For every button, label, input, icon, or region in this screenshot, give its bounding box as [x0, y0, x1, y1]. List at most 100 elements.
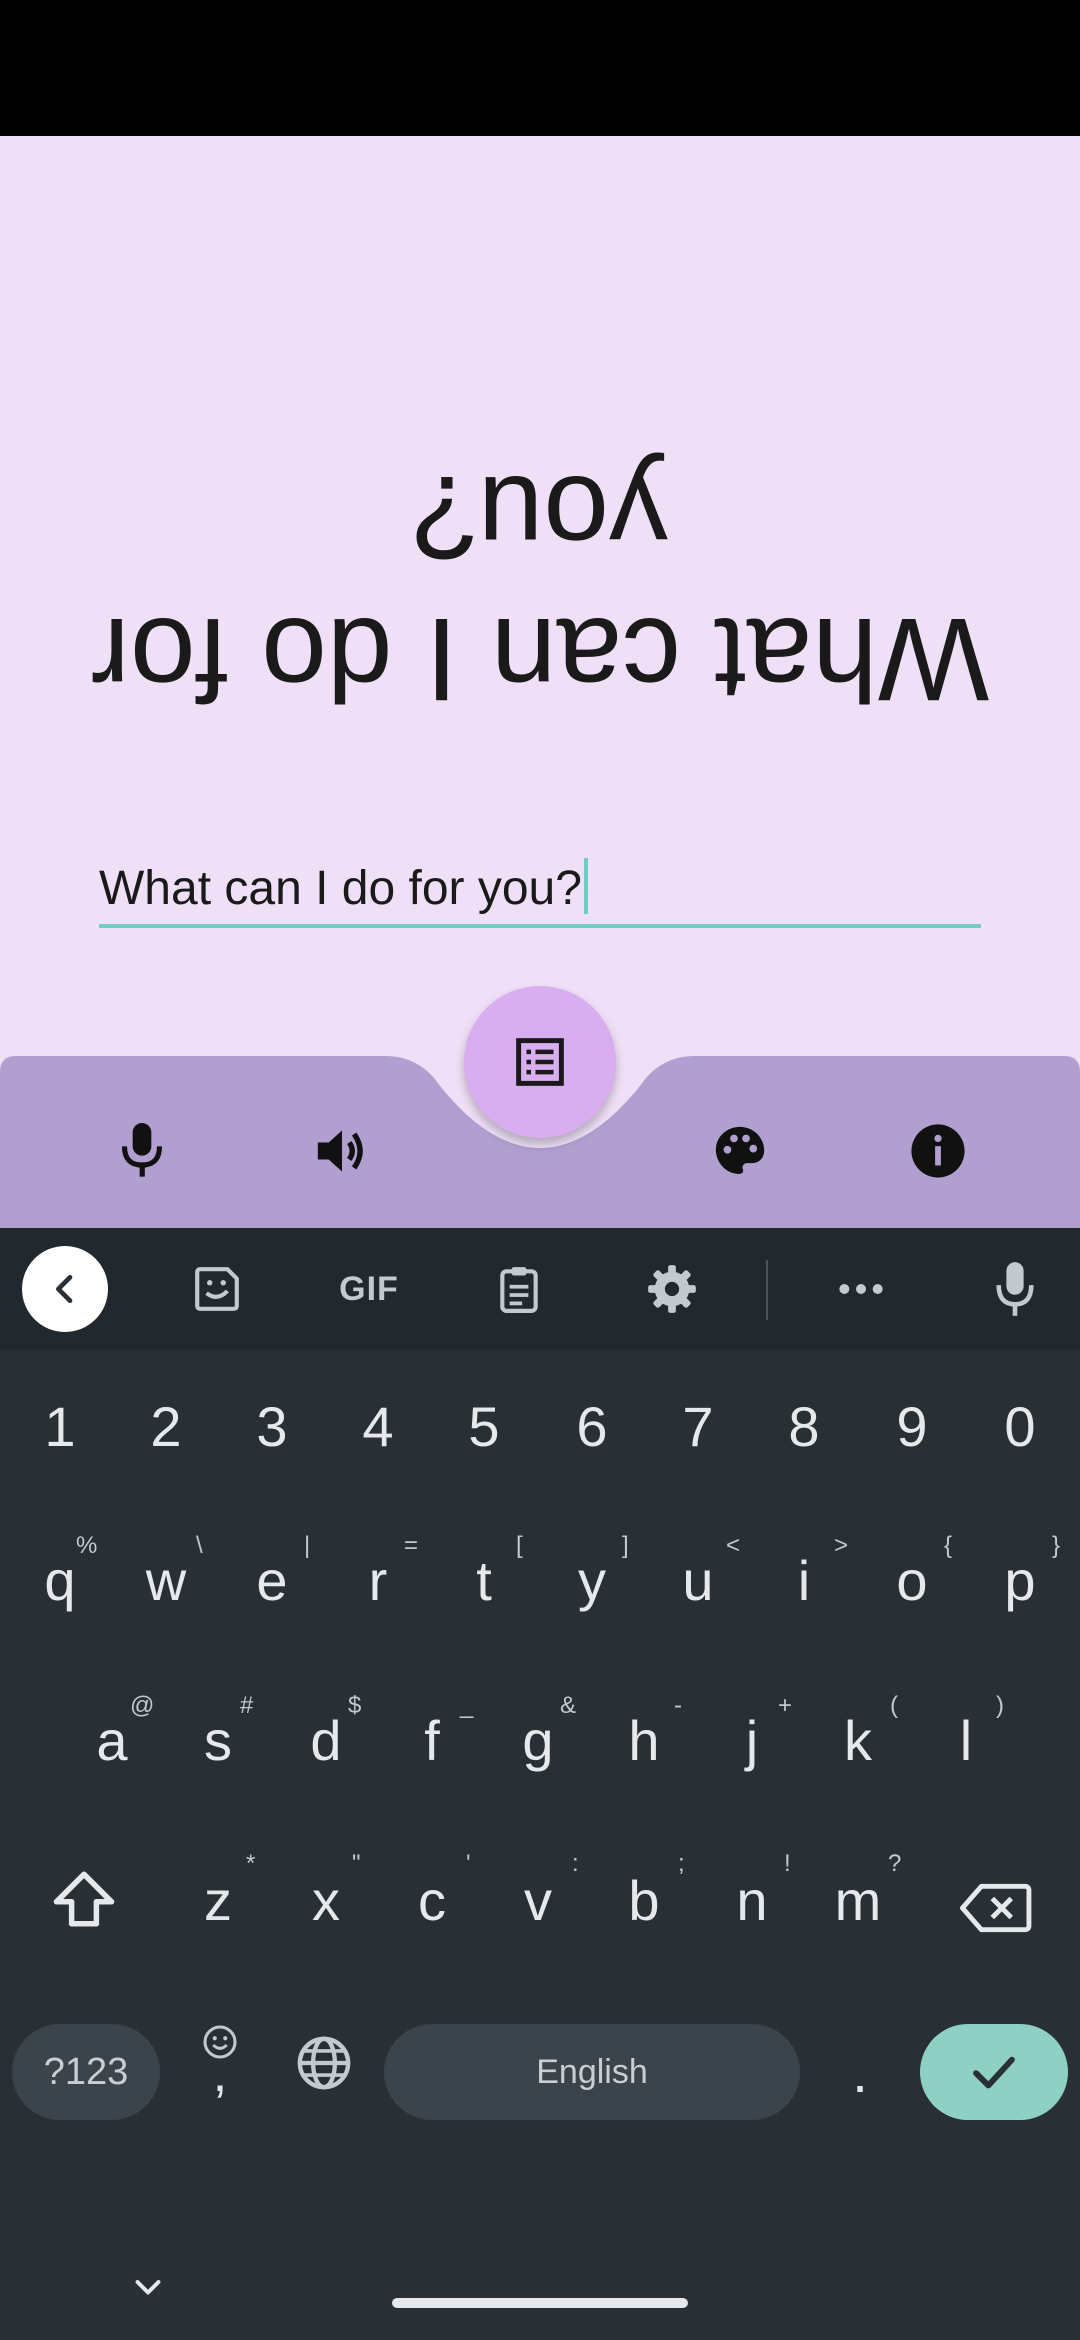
key-p[interactable]: p: [980, 1548, 1060, 1613]
key-6[interactable]: 6: [552, 1394, 632, 1459]
key-hint: (: [890, 1692, 898, 1719]
gif-button[interactable]: GIF: [324, 1246, 414, 1332]
keyboard-toolbar: GIF: [0, 1228, 1080, 1350]
key-hint: $: [348, 1692, 362, 1719]
key-k[interactable]: k: [818, 1708, 898, 1773]
key-2[interactable]: 2: [126, 1394, 206, 1459]
keyboard: GIF 1 2 3 4 5 6 7 8 9 0 q w e r t y u i …: [0, 1228, 1080, 2340]
key-hint: +: [778, 1692, 793, 1719]
microphone-icon: [121, 1123, 163, 1177]
key-hint: |: [304, 1532, 311, 1559]
backspace-key[interactable]: [950, 1880, 1040, 1949]
sticker-icon: [195, 1267, 239, 1311]
microphone-icon: [996, 1262, 1034, 1316]
gif-icon: GIF: [339, 1269, 399, 1308]
status-bar: [0, 0, 1080, 136]
key-hint: :: [572, 1850, 579, 1877]
list-fab-button[interactable]: [464, 986, 616, 1138]
text-caret: [583, 858, 588, 914]
microphone-button[interactable]: [97, 1106, 187, 1196]
key-hint: >: [834, 1532, 849, 1559]
key-hint: %: [76, 1532, 98, 1559]
key-hint: \: [196, 1532, 203, 1559]
key-4[interactable]: 4: [338, 1394, 418, 1459]
key-c[interactable]: c: [392, 1868, 472, 1933]
key-0[interactable]: 0: [980, 1394, 1060, 1459]
home-indicator[interactable]: [392, 2298, 688, 2308]
key-h[interactable]: h: [604, 1708, 684, 1773]
key-hint: [: [516, 1532, 523, 1559]
app-screen: What can I do for you? What can I do for…: [0, 136, 1080, 1228]
speaker-icon: [317, 1130, 363, 1172]
speaker-button[interactable]: [297, 1106, 387, 1196]
hide-keyboard-button[interactable]: [118, 2248, 178, 2295]
info-button[interactable]: [893, 1106, 983, 1196]
comma-label: ,: [212, 2045, 228, 2103]
backspace-icon: [959, 1883, 1032, 1933]
key-hint: _: [460, 1692, 474, 1719]
key-o[interactable]: o: [872, 1548, 952, 1613]
toolbar-back-button[interactable]: [22, 1246, 108, 1332]
key-hint: !: [784, 1850, 791, 1877]
text-input-value: What can I do for you?: [99, 858, 588, 916]
sticker-button[interactable]: [174, 1246, 260, 1332]
key-hint: ;: [678, 1850, 685, 1877]
key-e[interactable]: e: [232, 1548, 312, 1613]
key-hint: -: [674, 1692, 682, 1719]
key-hint: @: [130, 1692, 155, 1719]
key-9[interactable]: 9: [872, 1394, 952, 1459]
key-hint: ': [466, 1850, 471, 1877]
toolbar-divider: [766, 1260, 768, 1320]
key-t[interactable]: t: [444, 1548, 524, 1613]
period-key[interactable]: .: [820, 2028, 900, 2118]
back-icon: [56, 1275, 73, 1303]
palette-button[interactable]: [695, 1106, 785, 1196]
shift-key[interactable]: [44, 1868, 124, 1943]
key-hint: ): [996, 1692, 1004, 1719]
key-5[interactable]: 5: [444, 1394, 524, 1459]
key-n[interactable]: n: [712, 1868, 792, 1933]
comma-emoji-key[interactable]: ,: [180, 2024, 260, 2120]
checkmark-icon: [973, 2056, 1015, 2089]
key-8[interactable]: 8: [764, 1394, 844, 1459]
language-key[interactable]: [288, 2034, 360, 2106]
key-hint: <: [726, 1532, 741, 1559]
key-w[interactable]: w: [126, 1548, 206, 1613]
voice-input-button[interactable]: [972, 1246, 1058, 1332]
key-1[interactable]: 1: [20, 1394, 100, 1459]
key-hint: ?: [888, 1850, 902, 1877]
clipboard-icon: [500, 1267, 538, 1313]
info-icon: [911, 1124, 965, 1178]
key-y[interactable]: y: [552, 1548, 632, 1613]
key-hint: *: [246, 1850, 256, 1877]
key-i[interactable]: i: [764, 1548, 844, 1613]
key-hint: =: [404, 1532, 419, 1559]
clipboard-button[interactable]: [476, 1246, 562, 1332]
symbols-key[interactable]: ?123: [12, 2024, 160, 2120]
chevron-down-icon: [135, 2280, 161, 2295]
enter-key[interactable]: [920, 2024, 1068, 2120]
key-hint: ]: [622, 1532, 629, 1559]
keyboard-settings-button[interactable]: [629, 1246, 715, 1332]
key-hint: {: [944, 1532, 953, 1559]
list-icon: [516, 1038, 564, 1086]
key-m[interactable]: m: [818, 1868, 898, 1933]
globe-icon: [297, 2036, 351, 2090]
key-hint: #: [240, 1692, 254, 1719]
key-hint: ": [352, 1850, 361, 1877]
key-7[interactable]: 7: [658, 1394, 738, 1459]
key-hint: &: [560, 1692, 577, 1719]
more-options-button[interactable]: [818, 1246, 904, 1332]
text-input-field[interactable]: What can I do for you?: [99, 848, 981, 928]
palette-icon: [715, 1126, 765, 1174]
more-icon: [839, 1284, 883, 1294]
upside-down-text: What can I do for you?: [90, 451, 990, 725]
key-3[interactable]: 3: [232, 1394, 312, 1459]
key-l[interactable]: l: [926, 1708, 1006, 1773]
settings-icon: [648, 1265, 696, 1313]
key-hint: }: [1052, 1532, 1061, 1559]
space-key[interactable]: English: [384, 2024, 800, 2120]
shift-icon: [53, 1871, 115, 1927]
key-b[interactable]: b: [604, 1868, 684, 1933]
key-v[interactable]: v: [498, 1868, 578, 1933]
